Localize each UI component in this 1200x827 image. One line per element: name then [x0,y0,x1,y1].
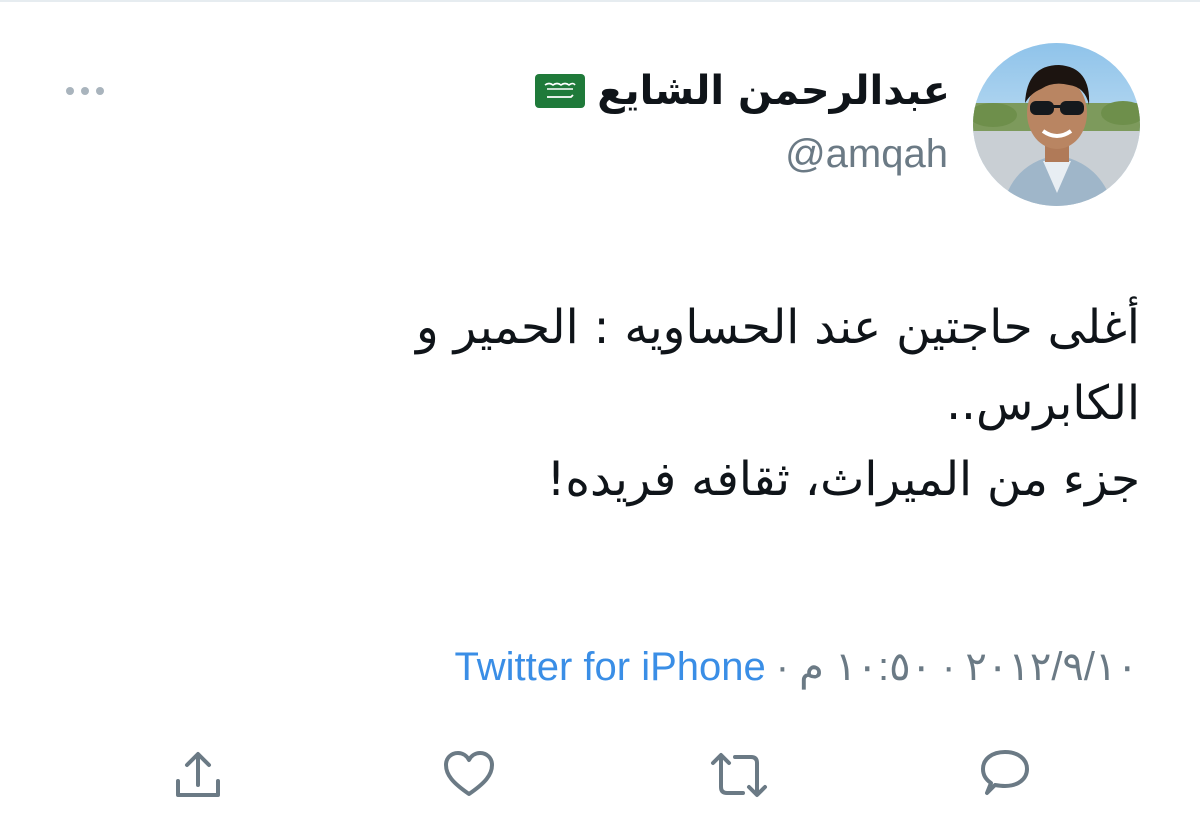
source-link[interactable]: Twitter for iPhone [455,642,766,692]
reply-icon [981,750,1029,795]
author-name-row[interactable]: عبدالرحمن الشايع [535,62,950,120]
more-options-button[interactable] [60,78,110,104]
tweet-actions-bar [0,740,1200,810]
meta-separator: · [942,645,956,689]
retweet-icon [711,753,767,797]
like-button[interactable] [434,740,504,810]
author-handle[interactable]: @amqah [785,130,948,178]
tweet-text-line: الكابرس.. [946,376,1140,431]
tweet-meta: Twitter for iPhone · ١٠:٥٠ م · ٢٠١٢/٩/١٠ [455,642,1138,692]
retweet-button[interactable] [704,740,774,810]
tweet-time[interactable]: ١٠:٥٠ م [799,642,932,692]
avatar[interactable] [973,43,1140,206]
tweet-text: أغلى حاجتين عند الحساويه : الحمير و الكا… [60,290,1140,518]
tweet-text-line: جزء من الميراث، ثقافه فريده! [546,452,1140,507]
saudi-arabia-flag-icon [535,74,586,108]
more-dot [66,87,74,95]
share-button[interactable] [163,740,233,810]
share-icon [176,752,220,797]
more-dot [96,87,104,95]
like-heart-icon [444,751,494,796]
tweet-date[interactable]: ٢٠١٢/٩/١٠ [965,642,1138,692]
more-dot [81,87,89,95]
avatar-photo [973,43,1140,206]
meta-separator: · [775,645,790,689]
tweet-text-line: أغلى حاجتين عند الحساويه : الحمير و [416,300,1140,355]
top-divider [0,0,1200,2]
reply-button[interactable] [970,740,1040,810]
display-name[interactable]: عبدالرحمن الشايع [597,62,950,120]
